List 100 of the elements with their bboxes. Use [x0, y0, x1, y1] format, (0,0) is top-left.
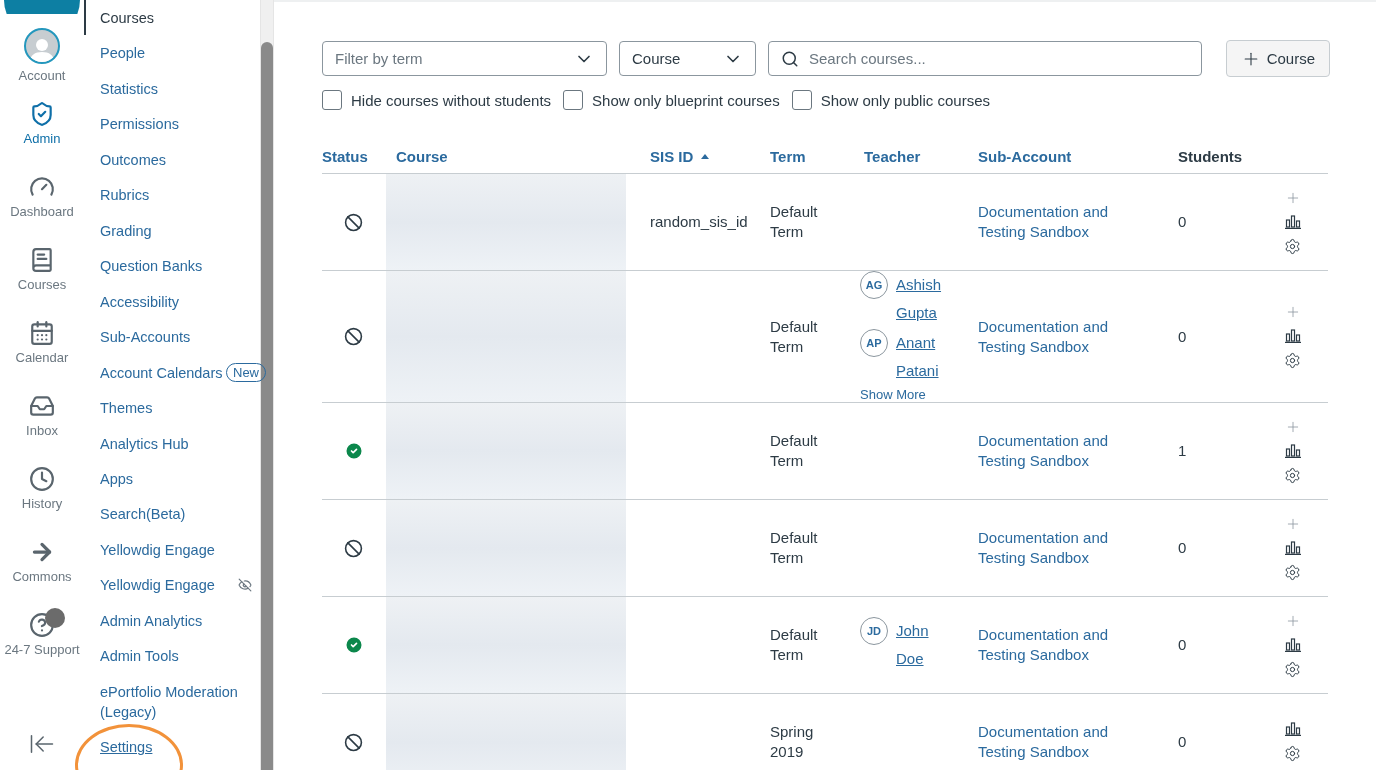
help-icon: [29, 612, 55, 638]
checkbox-label: Show only public courses: [820, 91, 990, 109]
shield-icon: [29, 101, 55, 127]
bar-chart-icon: [1284, 540, 1301, 555]
book-icon: [29, 247, 55, 273]
teacher-link[interactable]: Anant Patani: [896, 329, 960, 385]
nav-item[interactable]: Calendar: [0, 320, 84, 393]
statistics-button[interactable]: [1284, 637, 1301, 652]
sis-id: random_sis_id: [650, 212, 748, 232]
sub-account-link[interactable]: Documentation and Testing Sandbox: [978, 722, 1128, 762]
nav-item[interactable]: Courses: [0, 247, 84, 320]
menu-item[interactable]: Question Banks: [84, 248, 203, 284]
nav-item[interactable]: Inbox: [0, 393, 84, 466]
checkbox[interactable]: [791, 90, 812, 110]
menu-item[interactable]: Statistics: [84, 70, 158, 107]
sub-account-link[interactable]: Documentation and Testing Sandbox: [978, 202, 1128, 242]
statistics-button[interactable]: [1284, 722, 1301, 736]
nav-item[interactable]: Commons: [0, 539, 84, 612]
bar-chart-icon: [1284, 637, 1301, 652]
menu-item[interactable]: Sub-Accounts: [84, 319, 191, 355]
sub-account-link[interactable]: Documentation and Testing Sandbox: [978, 528, 1128, 568]
student-count: 0: [1178, 326, 1187, 347]
sub-account-link[interactable]: Documentation and Testing Sandbox: [978, 316, 1128, 357]
term-text: Default Term: [770, 625, 819, 665]
menu-item[interactable]: Rubrics: [84, 177, 150, 213]
term-text: Spring 2019: [770, 722, 815, 762]
checkbox[interactable]: [322, 90, 342, 110]
menu-item[interactable]: Search(Beta): [84, 496, 186, 533]
column-title: Students: [1166, 146, 1276, 174]
teacher-link[interactable]: Ashish Gupta: [896, 271, 960, 327]
menu-item[interactable]: Grading: [84, 212, 152, 249]
statistics-button[interactable]: [1284, 214, 1301, 229]
column-header[interactable]: SIS ID: [638, 146, 758, 174]
menu-item[interactable]: Permissions: [84, 106, 179, 142]
teacher-link[interactable]: John Doe: [896, 617, 960, 673]
nav-item[interactable]: 24-7 Support: [0, 612, 84, 685]
bar-chart-icon: [1284, 722, 1301, 736]
nav-item[interactable]: History: [0, 466, 84, 539]
checkbox-label: Hide courses without students: [351, 91, 552, 109]
bar-chart-icon: [1284, 329, 1301, 343]
clock-icon: [29, 466, 55, 492]
term-text: Default Term: [770, 431, 819, 471]
published-icon[interactable]: [344, 441, 364, 461]
menu-item[interactable]: ePortfolio Moderation (Legacy): [84, 674, 240, 730]
student-count: 0: [1178, 212, 1187, 232]
student-count: 0: [1178, 732, 1187, 752]
checkbox[interactable]: [563, 90, 584, 110]
calendar-icon: [29, 320, 55, 346]
term-select[interactable]: Filter by term: [322, 41, 607, 76]
nav-item[interactable]: Dashboard: [0, 174, 84, 247]
menu-item[interactable]: Courses: [84, 0, 154, 36]
add-course-button[interactable]: Course: [1225, 40, 1330, 77]
nav-item[interactable]: Account: [0, 28, 84, 101]
sub-account-link[interactable]: Documentation and Testing Sandbox: [978, 625, 1128, 665]
settings-button[interactable]: [1284, 352, 1301, 369]
statistics-button[interactable]: [1284, 540, 1301, 555]
settings-button[interactable]: [1284, 466, 1301, 484]
scrollbar-thumb[interactable]: [261, 42, 273, 770]
published-icon[interactable]: [344, 635, 364, 655]
student-count: 0: [1178, 635, 1187, 655]
menu-item[interactable]: Analytics Hub: [84, 425, 189, 462]
statistics-button[interactable]: [1284, 443, 1301, 458]
column-header[interactable]: Status: [322, 146, 384, 174]
menu-item[interactable]: Yellowdig Engage: [84, 532, 215, 568]
menu-item[interactable]: Yellowdig Engage: [84, 567, 215, 604]
bar-chart-icon: [1284, 214, 1301, 229]
column-header[interactable]: Term: [758, 146, 852, 174]
show-more-link[interactable]: Show More: [860, 387, 960, 402]
bar-chart-icon: [1284, 443, 1301, 458]
column-header[interactable]: Teacher: [852, 146, 966, 174]
unpublished-icon[interactable]: [344, 327, 363, 346]
term-text: Default Term: [770, 528, 819, 568]
menu-item[interactable]: Admin Analytics: [84, 603, 203, 639]
search-field[interactable]: Search courses...: [768, 41, 1202, 76]
unpublished-icon[interactable]: [344, 732, 363, 752]
term-text: Default Term: [770, 316, 819, 357]
settings-button[interactable]: [1284, 660, 1301, 678]
menu-item[interactable]: Settings: [84, 729, 153, 766]
menu-item[interactable]: Themes: [84, 390, 153, 426]
statistics-button[interactable]: [1284, 329, 1301, 343]
sub-account-link[interactable]: Documentation and Testing Sandbox: [978, 431, 1128, 471]
menu-item[interactable]: Account Calendars: [84, 354, 223, 391]
unpublished-icon[interactable]: [344, 538, 363, 558]
search-icon: [781, 49, 799, 68]
term-text: Default Term: [770, 202, 819, 242]
settings-button[interactable]: [1284, 745, 1301, 762]
student-count: 1: [1178, 441, 1187, 461]
settings-button[interactable]: [1284, 237, 1301, 255]
menu-item[interactable]: Accessibility: [84, 283, 179, 320]
type-select[interactable]: Course: [619, 41, 756, 76]
menu-item[interactable]: Apps: [84, 461, 134, 497]
checkbox-label: Show only blueprint courses: [592, 91, 780, 109]
unpublished-icon[interactable]: [344, 212, 363, 232]
menu-item[interactable]: Admin Tools: [84, 638, 179, 675]
settings-button[interactable]: [1284, 563, 1301, 581]
avatar-icon: [24, 28, 60, 64]
column-header[interactable]: Sub-Account: [966, 146, 1166, 174]
student-count: 0: [1178, 538, 1187, 558]
menu-item[interactable]: Outcomes: [84, 141, 167, 178]
menu-item[interactable]: People: [84, 35, 146, 71]
